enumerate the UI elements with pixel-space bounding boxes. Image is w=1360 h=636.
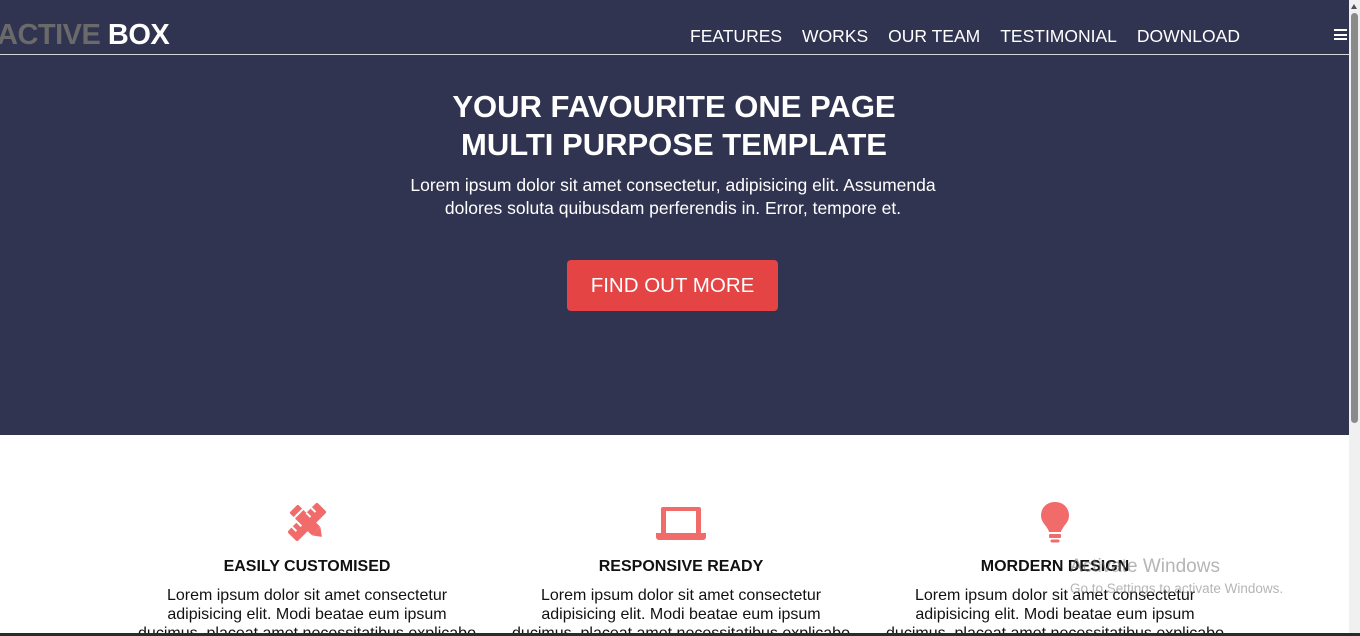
feature-description-line: Lorem ipsum dolor sit amet consectetur — [540, 587, 822, 604]
brand-logo-strong-text: BOX — [107, 19, 170, 51]
feature-title: EASILY CUSTOMISED — [223, 558, 391, 575]
nav-link-features[interactable]: FEATURES — [690, 25, 782, 47]
feature-easily-customised: EASILY CUSTOMISED Lorem ipsum dolor sit … — [131, 501, 483, 636]
nav-link-testimonial[interactable]: TESTIMONIAL — [1000, 25, 1117, 47]
nav-link-our-team[interactable]: OUR TEAM — [888, 25, 980, 47]
laptop-icon — [656, 507, 706, 540]
hero-title: YOUR FAVOURITE ONE PAGE MULTI PURPOSE TE… — [374, 88, 974, 164]
feature-description-line: Lorem ipsum dolor sit amet consectetur — [166, 587, 448, 604]
feature-description-line: adipisicing elit. Modi beatae eum ipsum — [541, 606, 821, 623]
hero-subtitle: Lorem ipsum dolor sit amet consectetur, … — [374, 174, 972, 219]
hero-subtitle-line-2: dolores soluta quibusdam perferendis in.… — [444, 197, 902, 218]
nav-link-download[interactable]: DOWNLOAD — [1137, 25, 1240, 47]
lightbulb-icon — [1041, 502, 1069, 543]
hero-section: ACTIVE BOX FEATURES WORKS OUR TEAM TESTI… — [0, 0, 1349, 435]
navbar: ACTIVE BOX FEATURES WORKS OUR TEAM TESTI… — [0, 0, 1349, 55]
feature-description: Lorem ipsum dolor sit amet consectetur a… — [131, 586, 483, 636]
vertical-scrollbar[interactable] — [1349, 0, 1360, 636]
brand-logo[interactable]: ACTIVE BOX — [0, 18, 170, 52]
find-out-more-button[interactable]: FIND OUT MORE — [567, 260, 778, 311]
feature-description: Lorem ipsum dolor sit amet consectetur a… — [879, 586, 1231, 636]
scroll-up-arrow-icon[interactable] — [1351, 4, 1357, 9]
hero-title-line-2: MULTI PURPOSE TEMPLATE — [461, 127, 887, 162]
feature-title: MORDERN DESIGN — [980, 558, 1130, 575]
feature-responsive-ready: RESPONSIVE READY Lorem ipsum dolor sit a… — [505, 501, 857, 636]
feature-description-line: Lorem ipsum dolor sit amet consectetur — [914, 587, 1196, 604]
pencil-ruler-icon — [288, 503, 326, 541]
hamburger-icon[interactable] — [1334, 29, 1347, 40]
scrollbar-thumb[interactable] — [1351, 13, 1358, 423]
brand-logo-light-text: ACTIVE — [0, 19, 101, 51]
nav-link-works[interactable]: WORKS — [802, 25, 868, 47]
features-section: EASILY CUSTOMISED Lorem ipsum dolor sit … — [0, 435, 1349, 636]
feature-description-line: adipisicing elit. Modi beatae eum ipsum — [915, 606, 1195, 623]
hero-subtitle-line-1: Lorem ipsum dolor sit amet consectetur, … — [410, 175, 936, 195]
feature-mordern-design: MORDERN DESIGN Lorem ipsum dolor sit ame… — [879, 501, 1231, 636]
page-viewport: ACTIVE BOX FEATURES WORKS OUR TEAM TESTI… — [0, 0, 1349, 636]
nav-links: FEATURES WORKS OUR TEAM TESTIMONIAL DOWN… — [690, 25, 1240, 47]
feature-title: RESPONSIVE READY — [598, 558, 764, 575]
feature-description: Lorem ipsum dolor sit amet consectetur a… — [505, 586, 857, 636]
feature-description-line: adipisicing elit. Modi beatae eum ipsum — [167, 606, 447, 623]
hero-title-line-1: YOUR FAVOURITE ONE PAGE — [452, 89, 896, 124]
